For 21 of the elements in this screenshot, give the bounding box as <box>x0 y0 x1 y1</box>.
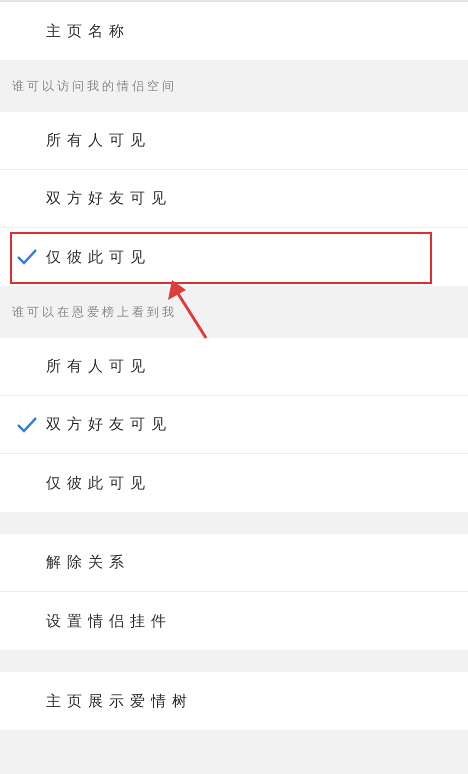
option-label: 所有人可见 <box>46 356 151 378</box>
settings-row[interactable]: 主页展示爱情树 <box>0 672 468 730</box>
settings-row[interactable]: 设置情侣挂件 <box>0 592 468 650</box>
option-label: 仅彼此可见 <box>46 246 151 268</box>
section-header: 谁可以访问我的情侣空间 <box>12 78 177 95</box>
option-label: 双方好友可见 <box>46 188 172 210</box>
option-row[interactable]: 仅彼此可见 <box>0 228 468 286</box>
row-label: 解除关系 <box>46 552 130 574</box>
option-label: 仅彼此可见 <box>46 472 151 494</box>
option-row[interactable]: 所有人可见 <box>0 338 468 396</box>
row-label: 主页名称 <box>46 20 130 42</box>
option-row[interactable]: 所有人可见 <box>0 112 468 170</box>
option-row[interactable]: 仅彼此可见 <box>0 454 468 512</box>
option-row[interactable]: 双方好友可见 <box>0 170 468 228</box>
row-label: 主页展示爱情树 <box>46 690 193 712</box>
option-row[interactable]: 双方好友可见 <box>0 396 468 454</box>
row-label: 设置情侣挂件 <box>46 610 172 632</box>
option-label: 所有人可见 <box>46 130 151 152</box>
section-header: 谁可以在恩爱榜上看到我 <box>12 304 177 321</box>
option-label: 双方好友可见 <box>46 414 172 436</box>
settings-row[interactable]: 主页名称 <box>0 2 468 60</box>
